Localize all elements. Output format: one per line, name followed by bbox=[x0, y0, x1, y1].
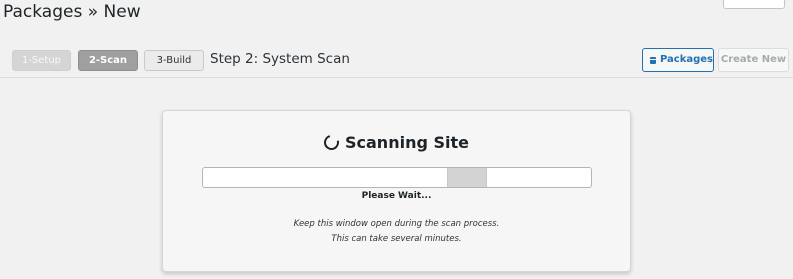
wizard-toolbar: 1-Setup 2-Scan 3-Build Step 2: System Sc… bbox=[0, 42, 793, 78]
step-setup[interactable]: 1-Setup bbox=[12, 50, 71, 71]
step-title: Step 2: System Scan bbox=[210, 51, 350, 67]
page-title: Packages » New bbox=[3, 2, 141, 22]
scan-progress-bar bbox=[202, 167, 592, 188]
packages-button[interactable]: Packages bbox=[642, 48, 714, 72]
scan-note-line-1: Keep this window open during the scan pr… bbox=[293, 219, 500, 229]
spinner-icon bbox=[321, 132, 342, 153]
packages-button-label: Packages bbox=[659, 54, 713, 65]
step-scan[interactable]: 2-Scan bbox=[78, 50, 138, 71]
scan-panel: Scanning Site Please Wait... Keep this w… bbox=[162, 110, 631, 272]
scan-heading: Scanning Site bbox=[163, 132, 630, 153]
scan-progress-indicator bbox=[447, 168, 487, 187]
create-new-button[interactable]: Create New bbox=[718, 48, 789, 72]
scan-status-text: Please Wait... bbox=[361, 191, 432, 201]
package-icon bbox=[650, 56, 658, 64]
page: Packages » New 1-Setup 2-Scan 3-Build St… bbox=[0, 0, 793, 279]
step-build[interactable]: 3-Build bbox=[144, 50, 204, 71]
scan-heading-text: Scanning Site bbox=[345, 133, 469, 152]
scan-note-line-2: This can take several minutes. bbox=[331, 234, 462, 244]
screen-options-tab[interactable] bbox=[723, 0, 785, 9]
